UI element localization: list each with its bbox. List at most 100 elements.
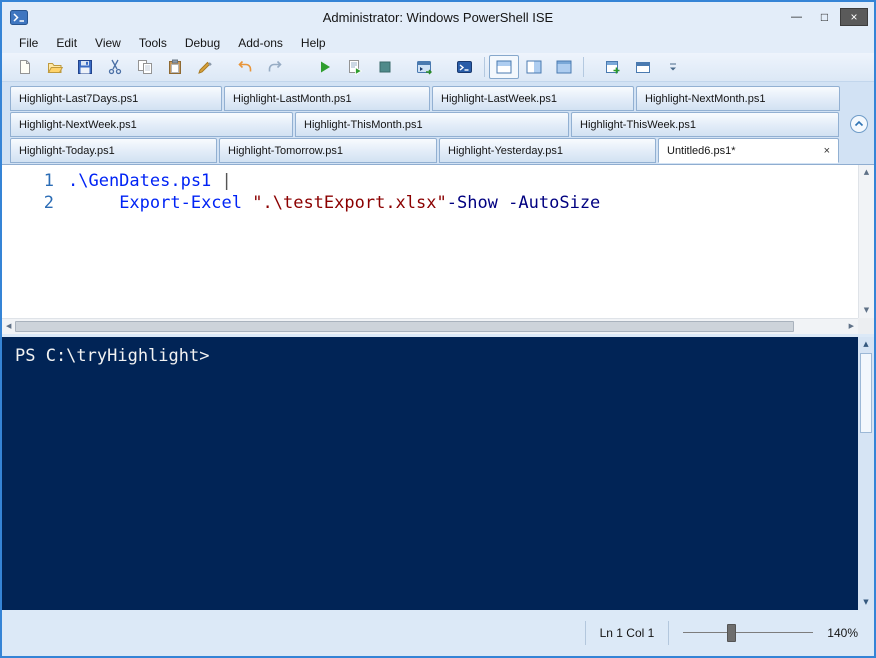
save-script-button[interactable] xyxy=(70,55,100,79)
maximize-button[interactable]: □ xyxy=(812,8,837,26)
tab-highlight-lastmonth[interactable]: Highlight-LastMonth.ps1 xyxy=(224,86,430,111)
save-floppy-icon xyxy=(78,60,92,74)
script-pane-right-button[interactable] xyxy=(519,55,549,79)
new-powershell-tab-button[interactable] xyxy=(628,55,658,79)
code-text: .\GenDates.ps1 | xyxy=(68,171,232,191)
line-col-indicator: Ln 1 Col 1 xyxy=(599,626,655,640)
tab-label: Highlight-ThisWeek.ps1 xyxy=(580,118,696,131)
clear-console-button[interactable] xyxy=(190,55,220,79)
statusbar-separator xyxy=(668,621,670,645)
chevron-down-icon xyxy=(670,63,676,71)
copy-icon xyxy=(138,60,152,74)
statusbar: Ln 1 Col 1 140% xyxy=(2,610,874,656)
titlebar[interactable]: Administrator: Windows PowerShell ISE — … xyxy=(2,2,874,32)
tab-label: Highlight-LastMonth.ps1 xyxy=(233,92,352,105)
tab-row-2: Highlight-NextWeek.ps1 Highlight-ThisMon… xyxy=(10,112,844,137)
start-powershell-button[interactable] xyxy=(450,55,480,79)
powershell-app-icon[interactable] xyxy=(10,9,28,25)
menu-edit[interactable]: Edit xyxy=(47,34,86,52)
play-icon xyxy=(321,61,330,73)
tab-label: Highlight-Today.ps1 xyxy=(19,144,115,157)
close-button[interactable]: × xyxy=(840,8,868,26)
scroll-left-arrow-icon[interactable]: ◀ xyxy=(2,319,15,334)
tab-highlight-thisweek[interactable]: Highlight-ThisWeek.ps1 xyxy=(571,112,839,137)
new-script-button[interactable] xyxy=(10,55,40,79)
powershell-ise-window: Administrator: Windows PowerShell ISE — … xyxy=(0,0,876,658)
command-window-icon xyxy=(606,61,620,74)
editor-vertical-scrollbar[interactable]: ▲ ▼ xyxy=(858,165,874,318)
powershell-console-icon xyxy=(457,61,472,73)
tab-highlight-today[interactable]: Highlight-Today.ps1 xyxy=(10,138,217,163)
undo-button[interactable] xyxy=(230,55,260,79)
tab-highlight-nextmonth[interactable]: Highlight-NextMonth.ps1 xyxy=(636,86,840,111)
script-editor-pane: 1 .\GenDates.ps1 | 2 Export-Excel ".\tes… xyxy=(2,164,874,334)
tab-highlight-tomorrow[interactable]: Highlight-Tomorrow.ps1 xyxy=(219,138,437,163)
console-scroll-thumb[interactable] xyxy=(860,353,872,433)
minimize-button[interactable]: — xyxy=(784,8,809,26)
scroll-right-arrow-icon[interactable]: ▶ xyxy=(845,319,858,334)
brush-icon xyxy=(198,61,212,74)
open-script-button[interactable] xyxy=(40,55,70,79)
horizontal-scroll-thumb[interactable] xyxy=(15,321,795,332)
chevron-up-icon xyxy=(854,120,864,127)
console-pane[interactable]: PS C:\tryHighlight> ▲ ▼ xyxy=(2,337,874,610)
menu-addons[interactable]: Add-ons xyxy=(229,34,292,52)
toolbar xyxy=(2,53,874,82)
new-tab-icon xyxy=(636,62,650,73)
tab-label: Highlight-ThisMonth.ps1 xyxy=(304,118,423,131)
show-command-window-button[interactable] xyxy=(598,55,628,79)
scroll-down-arrow-icon[interactable]: ▼ xyxy=(860,303,873,318)
menu-help[interactable]: Help xyxy=(292,34,335,52)
copy-button[interactable] xyxy=(130,55,160,79)
undo-arrow-icon xyxy=(238,60,252,72)
redo-arrow-icon xyxy=(268,60,282,72)
tab-scroll-up-button[interactable] xyxy=(850,115,868,133)
scroll-down-arrow-icon[interactable]: ▼ xyxy=(859,595,872,610)
menu-file[interactable]: File xyxy=(10,34,47,52)
code-line-1: 1 .\GenDates.ps1 | xyxy=(2,170,858,192)
tab-label: Highlight-LastWeek.ps1 xyxy=(441,92,557,105)
tab-label: Highlight-Last7Days.ps1 xyxy=(19,92,139,105)
code-area[interactable]: 1 .\GenDates.ps1 | 2 Export-Excel ".\tes… xyxy=(2,165,858,318)
scrollbar-corner xyxy=(858,318,874,334)
tab-label: Highlight-Yesterday.ps1 xyxy=(448,144,563,157)
menu-debug[interactable]: Debug xyxy=(176,34,229,52)
statusbar-right-group: Ln 1 Col 1 140% xyxy=(584,621,858,645)
zoom-slider-track[interactable] xyxy=(683,632,814,633)
paste-button[interactable] xyxy=(160,55,190,79)
run-selection-icon xyxy=(349,60,363,75)
scroll-up-arrow-icon[interactable]: ▲ xyxy=(860,165,873,180)
zoom-slider[interactable] xyxy=(683,624,814,642)
editor-horizontal-scrollbar[interactable]: ◀ ▶ xyxy=(2,318,858,334)
zoom-slider-thumb[interactable] xyxy=(727,624,737,642)
tab-highlight-last7days[interactable]: Highlight-Last7Days.ps1 xyxy=(10,86,222,111)
run-script-button[interactable] xyxy=(310,55,340,79)
run-selection-button[interactable] xyxy=(340,55,370,79)
statusbar-separator xyxy=(584,621,586,645)
tab-highlight-thismonth[interactable]: Highlight-ThisMonth.ps1 xyxy=(295,112,569,137)
tab-highlight-nextweek[interactable]: Highlight-NextWeek.ps1 xyxy=(10,112,293,137)
script-tab-strip: Highlight-Last7Days.ps1 Highlight-LastMo… xyxy=(2,82,874,164)
toolbar-overflow-button[interactable] xyxy=(658,55,688,79)
menubar: File Edit View Tools Debug Add-ons Help xyxy=(2,32,874,53)
console-vertical-scrollbar[interactable]: ▲ ▼ xyxy=(858,337,874,610)
script-pane-max-button[interactable] xyxy=(549,55,579,79)
code-text: Export-Excel ".\testExport.xlsx"-Show -A… xyxy=(119,193,601,213)
new-remote-tab-button[interactable] xyxy=(410,55,440,79)
cut-button[interactable] xyxy=(100,55,130,79)
pane-right-icon xyxy=(526,60,542,74)
redo-button[interactable] xyxy=(260,55,290,79)
tab-untitled6-active[interactable]: Untitled6.ps1* × xyxy=(658,138,839,163)
scroll-up-arrow-icon[interactable]: ▲ xyxy=(859,337,872,352)
stop-operation-button[interactable] xyxy=(370,55,400,79)
script-pane-top-button[interactable] xyxy=(489,55,519,79)
tab-highlight-yesterday[interactable]: Highlight-Yesterday.ps1 xyxy=(439,138,656,163)
tab-row-3: Highlight-Today.ps1 Highlight-Tomorrow.p… xyxy=(10,138,844,163)
tab-label: Highlight-Tomorrow.ps1 xyxy=(228,144,343,157)
menu-tools[interactable]: Tools xyxy=(130,34,176,52)
tab-close-icon[interactable]: × xyxy=(816,145,830,157)
new-script-icon xyxy=(20,60,30,74)
tab-highlight-lastweek[interactable]: Highlight-LastWeek.ps1 xyxy=(432,86,634,111)
window-title: Administrator: Windows PowerShell ISE xyxy=(322,9,554,25)
menu-view[interactable]: View xyxy=(86,34,130,52)
